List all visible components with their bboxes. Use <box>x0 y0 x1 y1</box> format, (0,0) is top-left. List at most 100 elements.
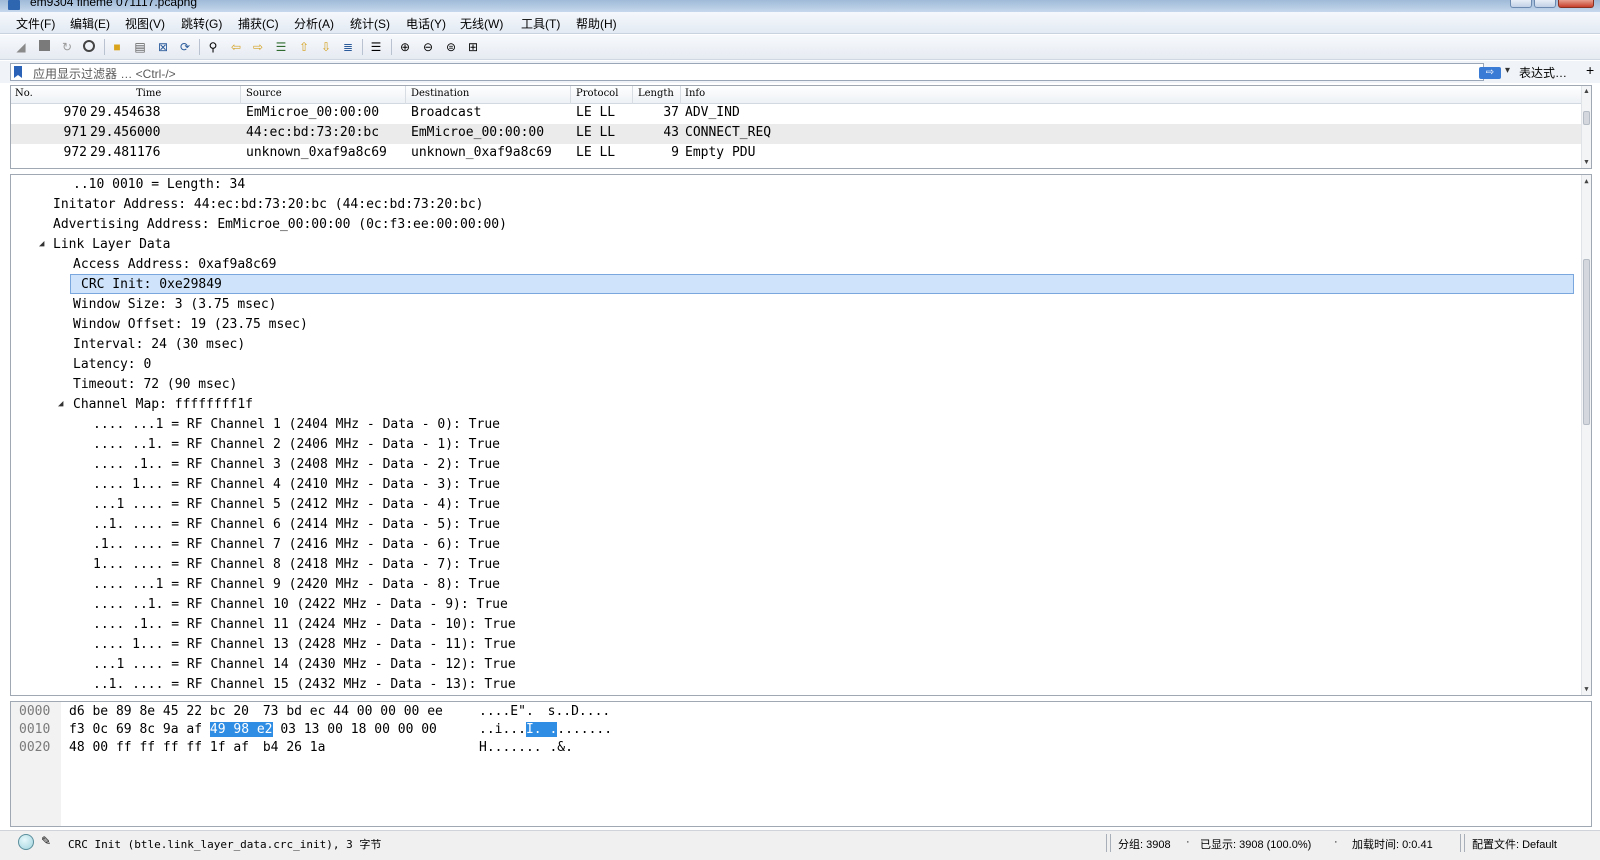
autoscroll-icon[interactable]: ≣ <box>341 40 355 54</box>
stop-capture-icon[interactable] <box>37 40 51 54</box>
minimize-button[interactable] <box>1510 0 1532 8</box>
save-file-icon[interactable]: ▤ <box>133 40 147 54</box>
column-header-info[interactable]: Info <box>685 88 705 99</box>
bytes-row[interactable]: 0000 <box>19 703 50 721</box>
detail-rf-channel[interactable]: .... 1... = RF Channel 13 (2428 MHz - Da… <box>93 635 516 655</box>
start-capture-icon[interactable]: ◢ <box>14 40 28 54</box>
reload-file-icon[interactable]: ⟳ <box>178 40 192 54</box>
detail-window-offset[interactable]: Window Offset: 19 (23.75 msec) <box>73 315 308 335</box>
menu-statistics[interactable]: 统计(S) <box>350 15 390 32</box>
detail-rf-channel[interactable]: .... .1.. = RF Channel 3 (2408 MHz - Dat… <box>93 455 500 475</box>
column-header-protocol[interactable]: Protocol <box>576 88 618 99</box>
table-row[interactable]: 971 29.456000 44:ec:bd:73:20:bc EmMicroe… <box>11 124 1583 144</box>
go-forward-icon[interactable]: ⇨ <box>251 40 265 54</box>
detail-rf-channel[interactable]: .... ..1. = RF Channel 2 (2406 MHz - Dat… <box>93 435 500 455</box>
detail-rf-channel[interactable]: .... ..1. = RF Channel 10 (2422 MHz - Da… <box>93 595 508 615</box>
zoom-in-icon[interactable]: ⊕ <box>398 40 412 54</box>
detail-rf-channel[interactable]: ..1. .... = RF Channel 15 (2432 MHz - Da… <box>93 675 516 695</box>
table-row[interactable]: 972 29.481176 unknown_0xaf9a8c69 unknown… <box>11 144 1583 164</box>
menu-telephony[interactable]: 电话(Y) <box>406 15 446 32</box>
go-to-packet-icon[interactable]: ☰ <box>274 40 288 54</box>
zoom-normal-icon[interactable]: ⊜ <box>444 40 458 54</box>
packet-details-scrollbar[interactable]: ▲ ▼ <box>1581 175 1591 695</box>
last-packet-icon[interactable]: ⇩ <box>319 40 333 54</box>
find-packet-icon[interactable]: ⚲ <box>206 40 220 54</box>
detail-advertising-address[interactable]: Advertising Address: EmMicroe_00:00:00 (… <box>53 215 507 235</box>
close-button[interactable] <box>1558 0 1594 8</box>
detail-rf-channel[interactable]: .... 1... = RF Channel 4 (2410 MHz - Dat… <box>93 475 500 495</box>
scroll-up-icon[interactable]: ▲ <box>1582 88 1591 95</box>
column-header-time[interactable]: Time <box>136 88 161 99</box>
scroll-thumb[interactable] <box>1583 259 1590 425</box>
restart-capture-icon[interactable]: ↻ <box>60 40 74 54</box>
column-header-length[interactable]: Length <box>638 88 674 99</box>
bytes-row[interactable]: 0020 <box>19 739 50 757</box>
display-filter-input[interactable]: 应用显示过滤器 … <Ctrl-/> ⇨ ▾ <box>10 63 1510 81</box>
column-header-source[interactable]: Source <box>246 88 282 99</box>
go-back-icon[interactable]: ⇦ <box>229 40 243 54</box>
scroll-up-icon[interactable]: ▲ <box>1582 177 1591 185</box>
menu-view[interactable]: 视图(V) <box>125 15 165 32</box>
collapse-link-layer-icon[interactable]: ◢ <box>39 239 44 249</box>
menu-capture[interactable]: 捕获(C) <box>238 15 279 32</box>
expert-info-icon[interactable] <box>18 834 34 850</box>
cell-length: 37 <box>663 105 679 120</box>
zoom-out-icon[interactable]: ⊖ <box>421 40 435 54</box>
add-filter-button[interactable]: + <box>1586 62 1594 78</box>
packet-list-scrollbar[interactable]: ▲ ▼ <box>1581 86 1591 168</box>
detail-window-size[interactable]: Window Size: 3 (3.75 msec) <box>73 295 277 315</box>
detail-link-layer-data[interactable]: Link Layer Data <box>53 235 170 255</box>
detail-rf-channel[interactable]: .1.. .... = RF Channel 7 (2416 MHz - Dat… <box>93 535 500 555</box>
maximize-button[interactable] <box>1534 0 1556 8</box>
menu-help[interactable]: 帮助(H) <box>576 15 617 32</box>
edit-comment-icon[interactable]: ✎ <box>41 834 51 848</box>
scroll-down-icon[interactable]: ▼ <box>1582 685 1591 693</box>
menu-tools[interactable]: 工具(T) <box>521 15 560 32</box>
detail-initiator-address[interactable]: Initator Address: 44:ec:bd:73:20:bc (44:… <box>53 195 483 215</box>
first-packet-icon[interactable]: ⇧ <box>297 40 311 54</box>
detail-latency[interactable]: Latency: 0 <box>73 355 151 375</box>
detail-crc-init[interactable]: CRC Init: 0xe29849 <box>70 274 1574 294</box>
detail-rf-channel[interactable]: .... ...1 = RF Channel 9 (2420 MHz - Dat… <box>93 575 500 595</box>
detail-rf-channel[interactable]: 1... .... = RF Channel 8 (2418 MHz - Dat… <box>93 555 500 575</box>
menu-wireless[interactable]: 无线(W) <box>460 15 503 32</box>
menu-go[interactable]: 跳转(G) <box>181 15 222 32</box>
detail-length[interactable]: ..10 0010 = Length: 34 <box>73 175 245 195</box>
capture-options-icon[interactable] <box>82 40 96 54</box>
scroll-down-icon[interactable]: ▼ <box>1582 159 1591 166</box>
expression-button[interactable]: 表达式… <box>1519 64 1567 81</box>
detail-timeout[interactable]: Timeout: 72 (90 msec) <box>73 375 237 395</box>
detail-rf-channel[interactable]: ...1 .... = RF Channel 14 (2430 MHz - Da… <box>93 655 516 675</box>
open-file-icon[interactable]: ■ <box>110 40 124 54</box>
bytes-ascii[interactable]: H....... .&. <box>479 739 573 757</box>
bytes-hex[interactable]: f3 0c 69 8c 9a af 49 98 e2 03 13 00 18 0… <box>69 721 437 739</box>
table-row[interactable]: 970 29.454638 EmMicroe_00:00:00 Broadcas… <box>11 104 1583 124</box>
bytes-hex[interactable]: d6 be 89 8e 45 22 bc 20 73 bd ec 44 00 0… <box>69 703 443 721</box>
column-header-no[interactable]: No. <box>15 88 33 99</box>
scroll-thumb[interactable] <box>1583 111 1590 125</box>
profile-selector[interactable]: 配置文件: Default <box>1472 836 1596 852</box>
colorize-icon[interactable]: ☰ <box>369 40 383 54</box>
bookmark-icon[interactable] <box>14 66 22 78</box>
bytes-ascii[interactable]: ....E". s..D.... <box>479 703 610 721</box>
detail-rf-channel[interactable]: .... ...1 = RF Channel 1 (2404 MHz - Dat… <box>93 415 500 435</box>
column-header-destination[interactable]: Destination <box>411 88 469 99</box>
filter-history-dropdown-icon[interactable]: ▾ <box>1505 65 1510 76</box>
close-file-icon[interactable]: ⊠ <box>156 40 170 54</box>
bytes-hex[interactable]: 48 00 ff ff ff ff 1f af b4 26 1a <box>69 739 325 757</box>
hex-group: b4 26 1a <box>262 740 326 755</box>
apply-filter-arrow-icon[interactable]: ⇨ <box>1479 67 1501 79</box>
collapse-channel-map-icon[interactable]: ◢ <box>58 399 63 409</box>
resize-columns-icon[interactable]: ⊞ <box>466 40 480 54</box>
menu-edit[interactable]: 编辑(E) <box>70 15 110 32</box>
detail-interval[interactable]: Interval: 24 (30 msec) <box>73 335 245 355</box>
detail-rf-channel[interactable]: .... .1.. = RF Channel 11 (2424 MHz - Da… <box>93 615 516 635</box>
menu-file[interactable]: 文件(F) <box>16 15 55 32</box>
bytes-row[interactable]: 0010 <box>19 721 50 739</box>
detail-channel-map[interactable]: Channel Map: ffffffff1f <box>73 395 253 415</box>
menu-analyze[interactable]: 分析(A) <box>294 15 334 32</box>
detail-access-address[interactable]: Access Address: 0xaf9a8c69 <box>73 255 277 275</box>
bytes-ascii[interactable]: ..i...I. ........ <box>479 721 612 739</box>
detail-rf-channel[interactable]: ...1 .... = RF Channel 5 (2412 MHz - Dat… <box>93 495 500 515</box>
detail-rf-channel[interactable]: ..1. .... = RF Channel 6 (2414 MHz - Dat… <box>93 515 500 535</box>
